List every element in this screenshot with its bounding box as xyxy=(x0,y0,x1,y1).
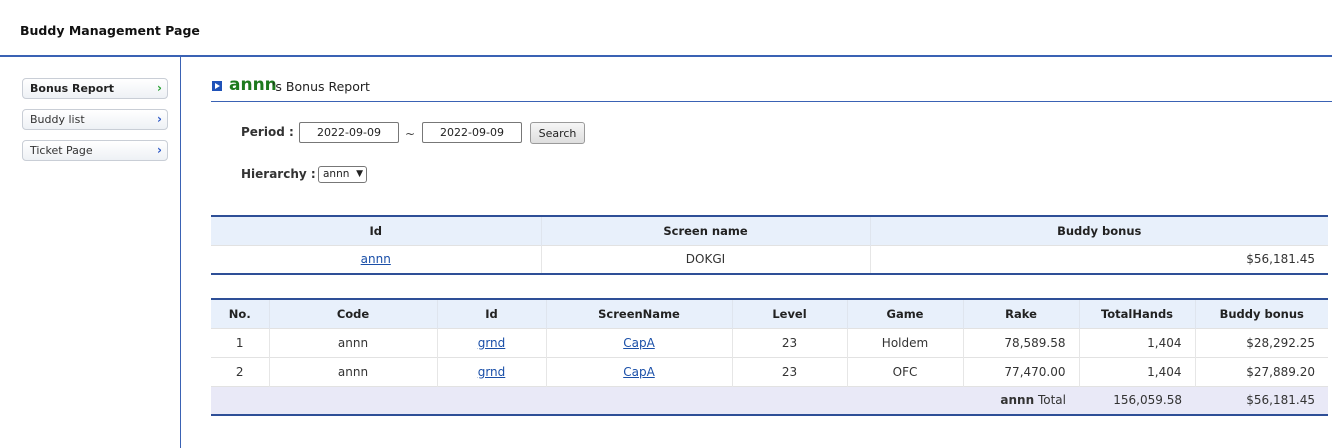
summary-table: Id Screen name Buddy bonus annn DOKGI $5… xyxy=(211,215,1328,275)
row-id-link[interactable]: grnd xyxy=(478,336,506,350)
table-row: 1 annn grnd CapA 23 Holdem 78,589.58 1,4… xyxy=(211,327,1328,357)
column-header: Code xyxy=(268,299,437,328)
column-header: Rake xyxy=(962,299,1079,328)
row-screen-name-link[interactable]: CapA xyxy=(623,336,655,350)
row-rake: 77,470.00 xyxy=(962,356,1079,386)
report-title: 's Bonus Report xyxy=(272,79,370,94)
row-code: annn xyxy=(268,327,437,357)
column-header: Id xyxy=(211,216,541,245)
total-user: annn xyxy=(1000,393,1035,408)
row-rake: 78,589.58 xyxy=(962,327,1079,357)
date-separator: ~ xyxy=(405,127,416,141)
sidebar-item-bonus-report[interactable]: Bonus Report › xyxy=(22,78,168,99)
row-buddy-bonus: $27,889.20 xyxy=(1194,356,1328,386)
row-number: 1 xyxy=(211,327,269,357)
column-header: Id xyxy=(436,299,546,328)
summary-id-cell: annn xyxy=(211,244,541,274)
row-level: 23 xyxy=(731,327,847,357)
table-header-row: Id Screen name Buddy bonus xyxy=(211,216,1328,245)
detail-table: No. Code Id ScreenName Level Game Rake T… xyxy=(211,298,1328,416)
column-header: Screen name xyxy=(540,216,870,245)
sidebar-item-label: Bonus Report xyxy=(30,82,115,95)
table-row: annn DOKGI $56,181.45 xyxy=(211,244,1328,274)
row-game: Holdem xyxy=(846,327,963,357)
row-id-link[interactable]: grnd xyxy=(478,365,506,379)
row-code: annn xyxy=(268,356,437,386)
chevron-right-icon: › xyxy=(157,81,162,95)
row-buddy-bonus: $28,292.25 xyxy=(1194,327,1328,357)
table-row: 2 annn grnd CapA 23 OFC 77,470.00 1,404 … xyxy=(211,356,1328,386)
chevron-down-icon: ▼ xyxy=(356,169,363,179)
row-id-cell: grnd xyxy=(436,327,546,357)
column-header: Buddy bonus xyxy=(1194,299,1328,328)
date-from-input[interactable] xyxy=(299,122,399,143)
main-content: annn 's Bonus Report Period : ~ Search H… xyxy=(211,57,1332,448)
row-screen-name-cell: CapA xyxy=(545,327,732,357)
chevron-right-icon: › xyxy=(157,143,162,157)
total-label-cell: annn Total xyxy=(963,385,1079,415)
column-header: ScreenName xyxy=(545,299,732,328)
page-title: Buddy Management Page xyxy=(20,23,200,38)
search-button[interactable]: Search xyxy=(530,122,585,144)
column-header: TotalHands xyxy=(1078,299,1195,328)
row-level: 23 xyxy=(731,356,847,386)
chevron-right-icon: › xyxy=(157,112,162,126)
row-screen-name-link[interactable]: CapA xyxy=(623,365,655,379)
summary-screen-name: DOKGI xyxy=(540,244,870,274)
user-id-link[interactable]: annn xyxy=(361,252,391,266)
sidebar-item-buddy-list[interactable]: Buddy list › xyxy=(22,109,168,130)
sidebar-item-label: Buddy list xyxy=(30,113,85,126)
row-number: 2 xyxy=(211,356,269,386)
total-label: Total xyxy=(1037,393,1066,408)
sidebar: Bonus Report › Buddy list › Ticket Page … xyxy=(0,57,181,448)
sidebar-item-label: Ticket Page xyxy=(30,144,93,157)
hierarchy-selected-value: annn xyxy=(323,168,350,180)
column-header: No. xyxy=(211,299,269,328)
total-rake: 156,059.58 xyxy=(1079,385,1195,415)
total-buddy-bonus: $56,181.45 xyxy=(1195,385,1328,415)
sidebar-item-ticket-page[interactable]: Ticket Page › xyxy=(22,140,168,161)
column-header: Level xyxy=(731,299,847,328)
page-header: Buddy Management Page xyxy=(0,0,1332,57)
row-game: OFC xyxy=(846,356,963,386)
hierarchy-label: Hierarchy : xyxy=(241,167,316,181)
row-screen-name-cell: CapA xyxy=(545,356,732,386)
hierarchy-select[interactable]: annn ▼ xyxy=(318,166,367,183)
row-id-cell: grnd xyxy=(436,356,546,386)
table-header-row: No. Code Id ScreenName Level Game Rake T… xyxy=(211,299,1328,328)
summary-buddy-bonus: $56,181.45 xyxy=(869,244,1328,274)
period-label: Period : xyxy=(241,125,294,139)
row-total-hands: 1,404 xyxy=(1078,356,1195,386)
date-to-input[interactable] xyxy=(422,122,522,143)
report-user-name: annn xyxy=(229,75,277,95)
column-header: Buddy bonus xyxy=(869,216,1328,245)
column-header: Game xyxy=(846,299,963,328)
section-heading: annn 's Bonus Report xyxy=(211,75,1332,102)
play-square-icon xyxy=(212,81,222,91)
row-total-hands: 1,404 xyxy=(1078,327,1195,357)
total-row: annn Total 156,059.58 $56,181.45 xyxy=(211,385,1328,415)
